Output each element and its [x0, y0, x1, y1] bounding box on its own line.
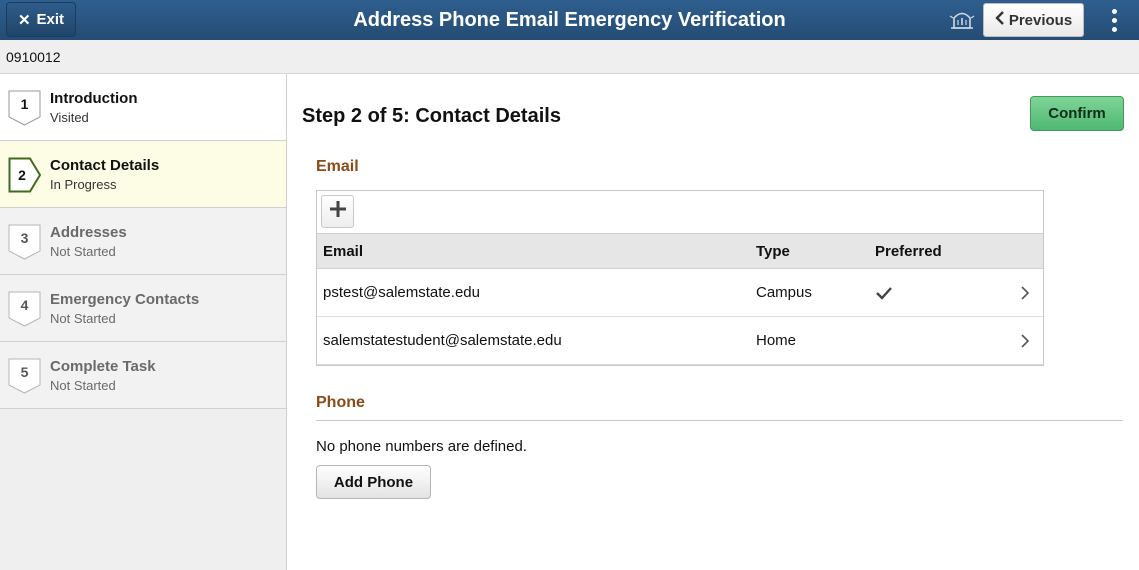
- step-item-contact-details[interactable]: 2 Contact Details In Progress: [0, 141, 286, 208]
- email-address: pstest@salemstate.edu: [323, 284, 480, 301]
- exit-button[interactable]: ✕ Exit: [6, 2, 76, 37]
- actions-menu-icon[interactable]: [1104, 6, 1124, 34]
- step-title: Contact Details: [50, 157, 160, 174]
- main-content: Step 2 of 5: Contact Details Confirm Ema…: [288, 74, 1139, 570]
- step-item-complete-task[interactable]: 5 Complete Task Not Started: [0, 342, 286, 409]
- chevron-right-icon[interactable]: [1019, 285, 1031, 301]
- phone-section-title: Phone: [316, 394, 365, 411]
- column-header-type: Type: [756, 243, 790, 260]
- notifications-icon[interactable]: [948, 8, 976, 32]
- email-grid: Email Type Preferred pstest@salemstate.e…: [316, 190, 1044, 366]
- page-title: Step 2 of 5: Contact Details: [302, 105, 561, 127]
- plus-icon: [329, 200, 347, 223]
- step-number: 5: [21, 364, 29, 380]
- step-number-badge: 5: [8, 358, 41, 394]
- step-status: In Progress: [50, 177, 117, 192]
- step-number: 3: [21, 230, 29, 246]
- no-phone-message: No phone numbers are defined.: [316, 438, 527, 455]
- table-row[interactable]: salemstatestudent@salemstate.edu Home: [317, 317, 1043, 365]
- chevron-left-icon: [995, 11, 1005, 29]
- step-number-badge: 1: [8, 90, 41, 126]
- step-number: 1: [21, 96, 29, 112]
- step-item-emergency-contacts[interactable]: 4 Emergency Contacts Not Started: [0, 275, 286, 342]
- add-email-button[interactable]: [321, 195, 354, 228]
- banner-header: ✕ Exit Address Phone Email Emergency Ver…: [0, 0, 1139, 40]
- previous-button[interactable]: Previous: [983, 3, 1084, 37]
- id-bar: 0910012: [0, 40, 1139, 74]
- exit-label: Exit: [36, 11, 65, 28]
- column-header-email: Email: [323, 243, 364, 260]
- step-number-badge: 2: [8, 157, 41, 193]
- email-section-title: Email: [316, 158, 359, 175]
- chevron-right-icon[interactable]: [1019, 333, 1031, 349]
- confirm-button[interactable]: Confirm: [1030, 96, 1124, 131]
- close-icon: ✕: [17, 11, 31, 29]
- student-id: 0910012: [6, 49, 61, 65]
- step-status: Not Started: [50, 378, 116, 393]
- step-number-badge: 3: [8, 224, 41, 260]
- divider: [316, 420, 1123, 421]
- step-item-introduction[interactable]: 1 Introduction Visited: [0, 74, 286, 141]
- step-title: Introduction: [50, 90, 138, 107]
- step-sidebar: 1 Introduction Visited 2 Contact Details…: [0, 74, 287, 570]
- step-number-badge: 4: [8, 291, 41, 327]
- step-title: Addresses: [50, 224, 127, 241]
- email-type: Home: [756, 332, 797, 349]
- step-item-addresses[interactable]: 3 Addresses Not Started: [0, 208, 286, 275]
- step-title: Complete Task: [50, 358, 156, 375]
- email-type: Campus: [756, 284, 812, 301]
- step-status: Not Started: [50, 244, 116, 259]
- step-title: Emergency Contacts: [50, 291, 200, 308]
- step-number: 4: [21, 297, 29, 313]
- step-status: Not Started: [50, 311, 116, 326]
- table-row[interactable]: pstest@salemstate.edu Campus: [317, 269, 1043, 317]
- column-header-preferred: Preferred: [875, 243, 942, 260]
- step-status: Visited: [50, 110, 89, 125]
- email-grid-header: Email Type Preferred: [317, 233, 1043, 269]
- checkmark-icon: [875, 285, 893, 301]
- step-number: 2: [18, 167, 26, 183]
- previous-label: Previous: [1008, 11, 1073, 29]
- email-address: salemstatestudent@salemstate.edu: [323, 332, 562, 349]
- add-phone-button[interactable]: Add Phone: [316, 465, 431, 499]
